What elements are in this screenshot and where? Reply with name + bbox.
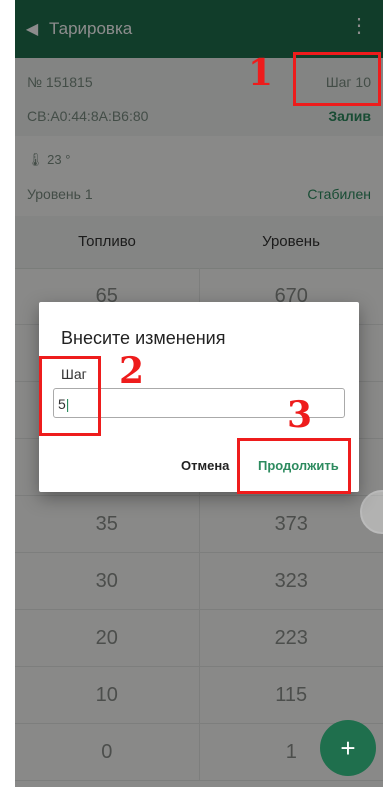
app-screen: ◀ Тарировка ⋮ № 151815 CB:A0:44:8A:B6:80… — [15, 0, 383, 787]
add-button[interactable]: + — [320, 720, 376, 776]
plus-icon: + — [340, 733, 356, 763]
annotation-number-2: 2 — [119, 350, 145, 392]
dialog-title: Внесите изменения — [61, 328, 226, 348]
cancel-button[interactable]: Отмена — [181, 458, 229, 473]
annotation-number-1: 1 — [248, 52, 274, 94]
highlight-box-step — [293, 52, 381, 106]
annotation-number-3: 3 — [287, 394, 313, 436]
highlight-box-continue — [237, 438, 351, 494]
highlight-box-field — [39, 356, 101, 436]
